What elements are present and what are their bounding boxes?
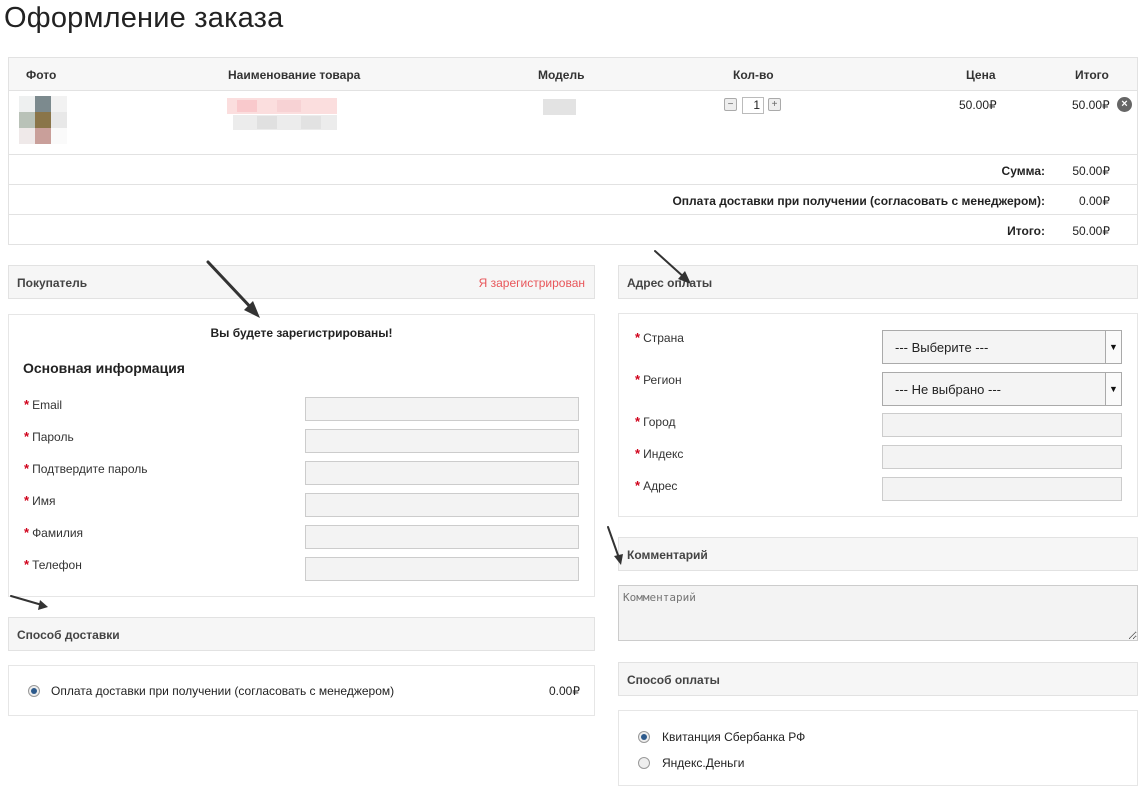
annotation-arrow [10,595,48,610]
annotation-arrow [206,260,260,318]
annotation-arrow [654,250,691,284]
annotation-arrows [10,250,691,610]
annotation-arrow [607,526,623,565]
